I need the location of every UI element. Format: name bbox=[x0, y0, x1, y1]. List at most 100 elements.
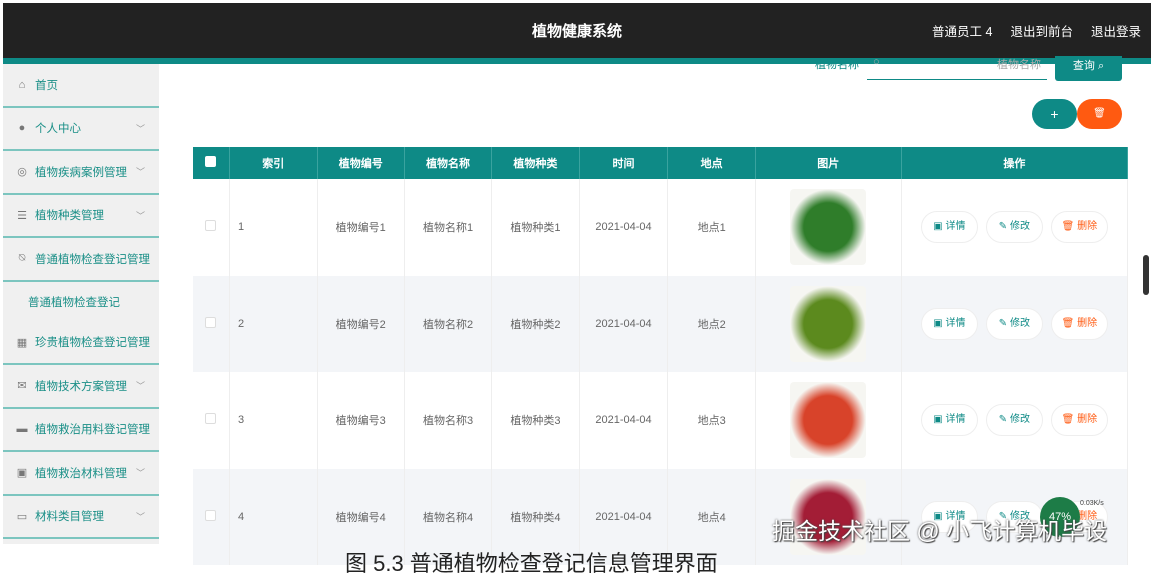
cell-code: 植物编号1 bbox=[317, 179, 405, 276]
add-button[interactable]: + bbox=[1032, 99, 1077, 129]
bell-off-icon: ⍉ bbox=[18, 252, 26, 265]
current-user: 普通员工 4 bbox=[932, 25, 993, 39]
cell-image bbox=[755, 372, 902, 469]
row-select-cell[interactable] bbox=[193, 275, 230, 372]
sidebar-item-label: 个人中心 bbox=[35, 123, 81, 136]
cell-image bbox=[755, 179, 902, 276]
cell-name: 植物名称1 bbox=[404, 179, 493, 276]
column-header: 地点 bbox=[667, 147, 756, 179]
sidebar-item[interactable]: ✉ 植物技术方案管理 ﹀ bbox=[3, 365, 159, 409]
logout-link[interactable]: 退出登录 bbox=[1091, 21, 1141, 40]
cell-date: 2021-04-04 bbox=[579, 275, 669, 372]
sidebar-item[interactable]: ◎ 植物疾病案例管理 ﹀ bbox=[3, 151, 159, 195]
search-icon: ○ bbox=[873, 56, 880, 68]
sidebar-item[interactable]: ▭ 材料类目管理 ﹀ bbox=[3, 496, 159, 539]
edit-button[interactable]: ✎ 修改 bbox=[985, 404, 1043, 437]
cell-place: 地点3 bbox=[667, 372, 756, 469]
cell-code: 植物编号3 bbox=[317, 372, 405, 469]
column-header: 索引 bbox=[229, 147, 318, 179]
sidebar-item[interactable]: 普通植物检查登记 bbox=[3, 282, 159, 322]
monitor-icon: ▬ bbox=[16, 423, 28, 436]
chevron-down-icon: ﹀ bbox=[135, 468, 145, 479]
sidebar-item-label: 珍贵植物检查登记管理 bbox=[35, 337, 150, 350]
top-header: 植物健康系统 普通员工 4 退出到前台 退出登录 bbox=[3, 3, 1151, 58]
sidebar-item-label: 植物技术方案管理 bbox=[35, 380, 127, 393]
sidebar-item[interactable]: ● 个人中心 ﹀ bbox=[3, 108, 159, 151]
select-all-header[interactable] bbox=[193, 147, 230, 179]
cell-date: 2021-04-04 bbox=[579, 372, 669, 469]
sidebar-item-label: 植物疾病案例管理 bbox=[35, 166, 127, 179]
sidebar-item[interactable]: ☰ 植物种类管理 ﹀ bbox=[3, 195, 159, 238]
sidebar: ⌂ 首页 ● 个人中心 ﹀ ◎ 植物疾病案例管理 ﹀ ☰ 植物种类管理 ﹀ ⍉ 普通植物检查登记管理 普通… bbox=[3, 64, 159, 544]
table-row: 2 植物编号2 植物名称2 植物种类2 2021-04-04 地点2 ▣ 详情 ✎ 修改 🗑 删… bbox=[193, 275, 1129, 372]
cell-actions: ▣ 详情✎ 修改🗑 删除 bbox=[901, 179, 1129, 276]
sidebar-item[interactable]: ▣ 植物救治材料管理 ﹀ bbox=[3, 452, 159, 496]
sidebar-item[interactable]: ⍉ 普通植物检查登记管理 bbox=[3, 238, 159, 282]
sidebar-item-label: 植物种类管理 bbox=[35, 210, 104, 223]
sidebar-item[interactable]: ▦ 珍贵植物检查登记管理 bbox=[3, 322, 159, 365]
sidebar-item[interactable]: ⌂ 首页 bbox=[3, 64, 159, 108]
row-checkbox[interactable] bbox=[205, 316, 217, 328]
edit-button[interactable]: ✎ 修改 bbox=[985, 307, 1043, 340]
scrollbar-thumb[interactable] bbox=[1143, 255, 1149, 295]
table-header: 索引 植物编号 植物名称 植物种类 时间 地点 图片 操作 bbox=[193, 147, 1129, 179]
network-speed: 0.03K/s bbox=[1080, 500, 1104, 507]
detail-button[interactable]: ▣ 详情 bbox=[920, 404, 978, 437]
plant-image bbox=[790, 189, 867, 266]
sidebar-item-label: 植物救治材料管理 bbox=[35, 467, 127, 480]
watermark: 掘金技术社区 @ 小飞计算机毕设 bbox=[772, 518, 1108, 544]
plant-name-search-input[interactable]: ○ 植物名称 bbox=[867, 56, 1047, 80]
detail-button[interactable]: ▣ 详情 bbox=[920, 307, 978, 340]
select-all-checkbox[interactable] bbox=[205, 156, 217, 167]
row-select-cell[interactable] bbox=[193, 468, 230, 565]
cell-name: 植物名称2 bbox=[404, 275, 493, 372]
column-header: 图片 bbox=[755, 147, 902, 179]
chevron-down-icon: ﹀ bbox=[135, 167, 145, 178]
cell-place: 地点1 bbox=[667, 179, 756, 276]
column-header: 植物种类 bbox=[491, 147, 580, 179]
plant-image bbox=[790, 285, 867, 362]
cell-code: 植物编号2 bbox=[317, 275, 405, 372]
data-table: 索引 植物编号 植物名称 植物种类 时间 地点 图片 操作 1 植物编号1 植物名称1 植物种类1 2… bbox=[193, 147, 1129, 565]
cell-index: 4 bbox=[229, 468, 318, 565]
figure-caption: 图 5.3 普通植物检查登记信息管理界面 bbox=[345, 551, 718, 576]
delete-button[interactable]: 🗑 删除 bbox=[1050, 307, 1108, 340]
sidebar-item-label: 普通植物检查登记 bbox=[28, 296, 120, 309]
chevron-down-icon: ﹀ bbox=[135, 123, 145, 134]
cell-image bbox=[755, 275, 902, 372]
sidebar-item-label: 植物救治用料登记管理 bbox=[35, 424, 150, 437]
user-icon: ● bbox=[18, 122, 26, 135]
sidebar-item[interactable]: ▬ 植物救治用料登记管理 bbox=[3, 409, 159, 452]
batch-delete-button[interactable]: 🗑 bbox=[1077, 99, 1122, 129]
cell-index: 1 bbox=[229, 179, 318, 276]
query-button[interactable]: 查询 ⌕ bbox=[1055, 56, 1122, 81]
cell-actions: ▣ 详情✎ 修改🗑 删除 bbox=[901, 275, 1129, 372]
cell-place: 地点2 bbox=[667, 275, 756, 372]
row-checkbox[interactable] bbox=[205, 220, 217, 232]
chart-icon: ▣ bbox=[16, 467, 28, 480]
cell-date: 2021-04-04 bbox=[579, 179, 669, 276]
sidebar-item-label: 首页 bbox=[35, 79, 58, 92]
edit-button[interactable]: ✎ 修改 bbox=[985, 211, 1043, 244]
column-header: 操作 bbox=[901, 147, 1129, 179]
cell-index: 3 bbox=[229, 372, 318, 469]
delete-button[interactable]: 🗑 删除 bbox=[1050, 404, 1108, 437]
cell-index: 2 bbox=[229, 275, 318, 372]
column-header: 时间 bbox=[579, 147, 669, 179]
delete-button[interactable]: 🗑 删除 bbox=[1050, 211, 1108, 244]
row-checkbox[interactable] bbox=[205, 413, 217, 425]
chevron-down-icon: ﹀ bbox=[135, 511, 145, 522]
home-icon: ⌂ bbox=[18, 78, 26, 91]
detail-button[interactable]: ▣ 详情 bbox=[920, 211, 978, 244]
sidebar-item-label: 普通植物检查登记管理 bbox=[35, 253, 150, 266]
row-select-cell[interactable] bbox=[193, 179, 230, 276]
cell-kind: 植物种类3 bbox=[491, 372, 580, 469]
mail-icon: ✉ bbox=[17, 380, 27, 393]
grid-icon: ▦ bbox=[16, 336, 28, 349]
card-icon: ▭ bbox=[16, 510, 28, 523]
table-row: 3 植物编号3 植物名称3 植物种类3 2021-04-04 地点3 ▣ 详情 ✎ 修改 🗑 删… bbox=[193, 372, 1129, 469]
list-icon: ☰ bbox=[17, 209, 27, 222]
row-checkbox[interactable] bbox=[205, 509, 217, 521]
back-to-front-link[interactable]: 退出到前台 bbox=[1010, 21, 1073, 40]
row-select-cell[interactable] bbox=[193, 372, 230, 469]
